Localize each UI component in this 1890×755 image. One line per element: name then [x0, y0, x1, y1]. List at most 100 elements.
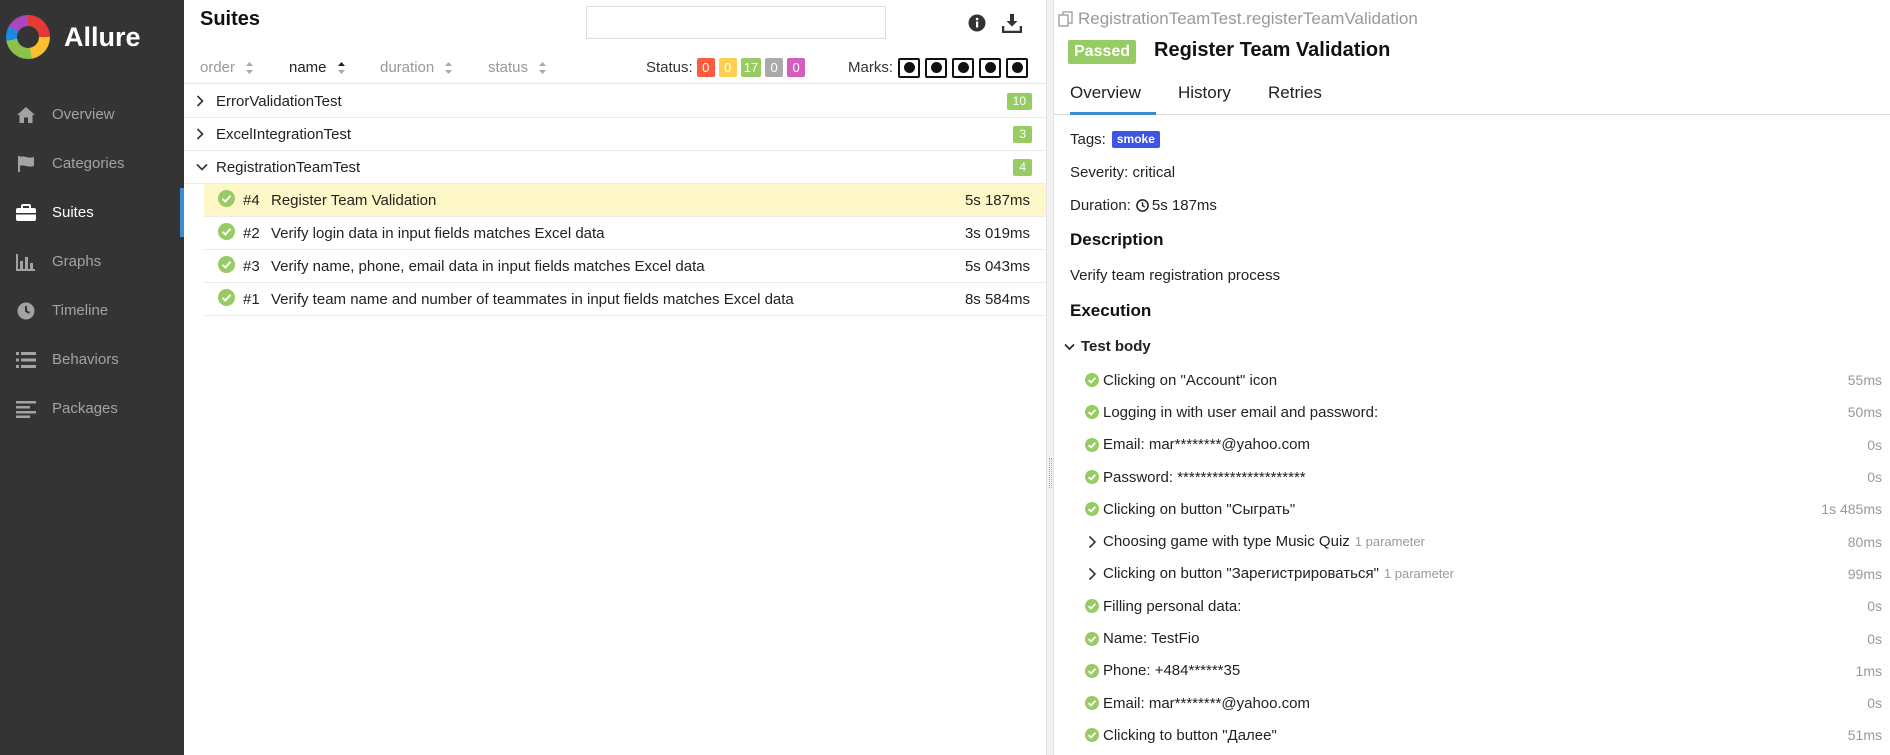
sidebar-item-label: Categories: [52, 155, 125, 172]
retries-mark-icon[interactable]: [1006, 57, 1028, 78]
sidebar-item-label: Suites: [52, 204, 94, 221]
allure-logo-icon: [6, 15, 50, 59]
new-passed-mark-icon[interactable]: [952, 57, 974, 78]
step-text: Email: mar********@yahoo.com: [1103, 436, 1310, 454]
step-row[interactable]: Clicking on button "Сыграть" 1s 485ms: [1054, 493, 1890, 525]
test-row[interactable]: #3 Verify name, phone, email data in inp…: [204, 250, 1046, 283]
step-row[interactable]: Phone: +484******35 1ms: [1054, 655, 1890, 687]
passed-step-icon: [1085, 373, 1099, 388]
test-title: Register Team Validation: [1154, 39, 1391, 61]
steps-list: Clicking on "Account" icon 55ms Logging …: [1054, 364, 1890, 752]
suite-group-row[interactable]: ExcelIntegrationTest 3: [184, 118, 1046, 151]
sidebar-item-timeline[interactable]: Timeline: [0, 286, 184, 335]
suite-group-row[interactable]: RegistrationTeamTest 4: [184, 151, 1046, 184]
sort-arrows-icon: [337, 61, 346, 75]
step-row[interactable]: Clicking to button "Далее" 51ms: [1054, 719, 1890, 751]
new-failed-mark-icon[interactable]: [925, 57, 947, 78]
sort-status[interactable]: status: [488, 59, 547, 76]
brand[interactable]: Allure: [0, 0, 184, 74]
step-row[interactable]: Filling personal data: 0s: [1054, 590, 1890, 622]
step-text: Clicking on button "Зарегистрироваться": [1103, 565, 1379, 583]
step-duration: 0s: [1867, 630, 1882, 647]
status-filter-label: Status:: [646, 59, 693, 76]
download-icon[interactable]: [1001, 12, 1023, 34]
step-row[interactable]: Email: mar********@yahoo.com 0s: [1054, 687, 1890, 719]
duration-row: Duration: 5s 187ms: [1070, 197, 1217, 214]
sort-order[interactable]: order: [200, 59, 254, 76]
marks-filter: Marks:: [848, 57, 1028, 78]
description-heading: Description: [1070, 230, 1164, 249]
sort-duration[interactable]: duration: [380, 59, 453, 76]
test-row[interactable]: #4 Register Team Validation 5s 187ms: [204, 184, 1046, 217]
suites-panel: Suites order name duration status Status…: [184, 0, 1046, 755]
step-row[interactable]: Clicking on button "Зарегистрироваться" …: [1054, 558, 1890, 590]
step-text: Filling personal data:: [1103, 597, 1242, 615]
step-row[interactable]: Choosing game with type Music Quiz 1 par…: [1054, 525, 1890, 557]
test-full-name[interactable]: RegistrationTeamTest.registerTeamValidat…: [1058, 9, 1418, 29]
tags-label: Tags:: [1070, 131, 1106, 148]
step-row[interactable]: Password: ********************** 0s: [1054, 461, 1890, 493]
suite-group-row[interactable]: ErrorValidationTest 10: [184, 85, 1046, 118]
new-broken-mark-icon[interactable]: [979, 57, 1001, 78]
sidebar-item-graphs[interactable]: Graphs: [0, 237, 184, 286]
test-row[interactable]: #2 Verify login data in input fields mat…: [204, 217, 1046, 250]
briefcase-icon: [14, 203, 38, 223]
tab-retries[interactable]: Retries: [1268, 83, 1322, 115]
status-passed-badge[interactable]: 17: [740, 58, 762, 77]
step-row[interactable]: Logging in with user email and password:…: [1054, 396, 1890, 428]
detail-tabs: Overview History Retries: [1054, 77, 1890, 115]
test-name: Verify name, phone, email data in input …: [271, 257, 705, 275]
step-row[interactable]: Clicking on "Account" icon 55ms: [1054, 364, 1890, 396]
passed-status-icon: [218, 288, 235, 310]
pane-splitter[interactable]: [1046, 0, 1054, 755]
status-broken-badge[interactable]: 0: [718, 58, 737, 77]
step-param-count: 1 parameter: [1383, 566, 1454, 582]
step-text: Phone: +484******35: [1103, 662, 1241, 680]
search-input[interactable]: [586, 6, 886, 39]
flaky-mark-icon[interactable]: [898, 57, 920, 78]
sort-label: status: [488, 59, 529, 76]
copy-icon[interactable]: [1058, 11, 1074, 27]
suite-count-badge: 4: [1013, 159, 1032, 176]
test-body-toggle[interactable]: Test body: [1064, 338, 1151, 355]
info-icon[interactable]: [966, 12, 988, 34]
status-failed-badge[interactable]: 0: [696, 58, 715, 77]
page-title: Suites: [200, 8, 261, 30]
suite-count-badge: 3: [1013, 126, 1032, 143]
execution-heading: Execution: [1070, 301, 1152, 320]
status-filter: Status: 0 0 17 0 0: [646, 58, 806, 77]
sidebar-item-label: Behaviors: [52, 351, 119, 368]
step-row[interactable]: Email: mar********@yahoo.com 0s: [1054, 429, 1890, 461]
test-name: Register Team Validation: [271, 191, 437, 209]
status-skipped-badge[interactable]: 0: [765, 58, 784, 77]
chevron-right-icon[interactable]: [1085, 567, 1099, 581]
passed-step-icon: [1085, 728, 1099, 743]
tag-badge: smoke: [1111, 131, 1160, 148]
step-param-count: 1 parameter: [1354, 534, 1425, 550]
chevron-right-icon[interactable]: [1085, 535, 1099, 549]
passed-status-icon: [218, 222, 235, 244]
sort-arrows-icon: [444, 61, 453, 75]
suite-group-name: RegistrationTeamTest: [216, 158, 361, 176]
flag-icon: [14, 154, 38, 174]
test-number: #1: [243, 290, 260, 308]
sort-name[interactable]: name: [289, 59, 346, 76]
sidebar-item-categories[interactable]: Categories: [0, 139, 184, 188]
brand-name: Allure: [64, 21, 141, 52]
step-duration: 0s: [1867, 695, 1882, 712]
step-row[interactable]: Name: TestFio 0s: [1054, 622, 1890, 654]
sort-arrows-icon: [245, 61, 254, 75]
tab-history[interactable]: History: [1178, 83, 1231, 115]
status-unknown-badge[interactable]: 0: [787, 58, 806, 77]
test-row[interactable]: #1 Verify team name and number of teamma…: [204, 283, 1046, 316]
sidebar-item-suites[interactable]: Suites: [0, 188, 184, 237]
tab-overview[interactable]: Overview: [1070, 83, 1156, 115]
step-duration: 55ms: [1847, 372, 1882, 389]
test-number: #4: [243, 191, 260, 209]
sidebar-item-behaviors[interactable]: Behaviors: [0, 335, 184, 384]
tags-row: Tags: smoke: [1070, 131, 1160, 148]
sidebar-item-overview[interactable]: Overview: [0, 90, 184, 139]
test-name: Verify team name and number of teammates…: [271, 290, 794, 308]
sidebar-item-packages[interactable]: Packages: [0, 384, 184, 433]
duration-clock-icon: [1136, 199, 1149, 212]
